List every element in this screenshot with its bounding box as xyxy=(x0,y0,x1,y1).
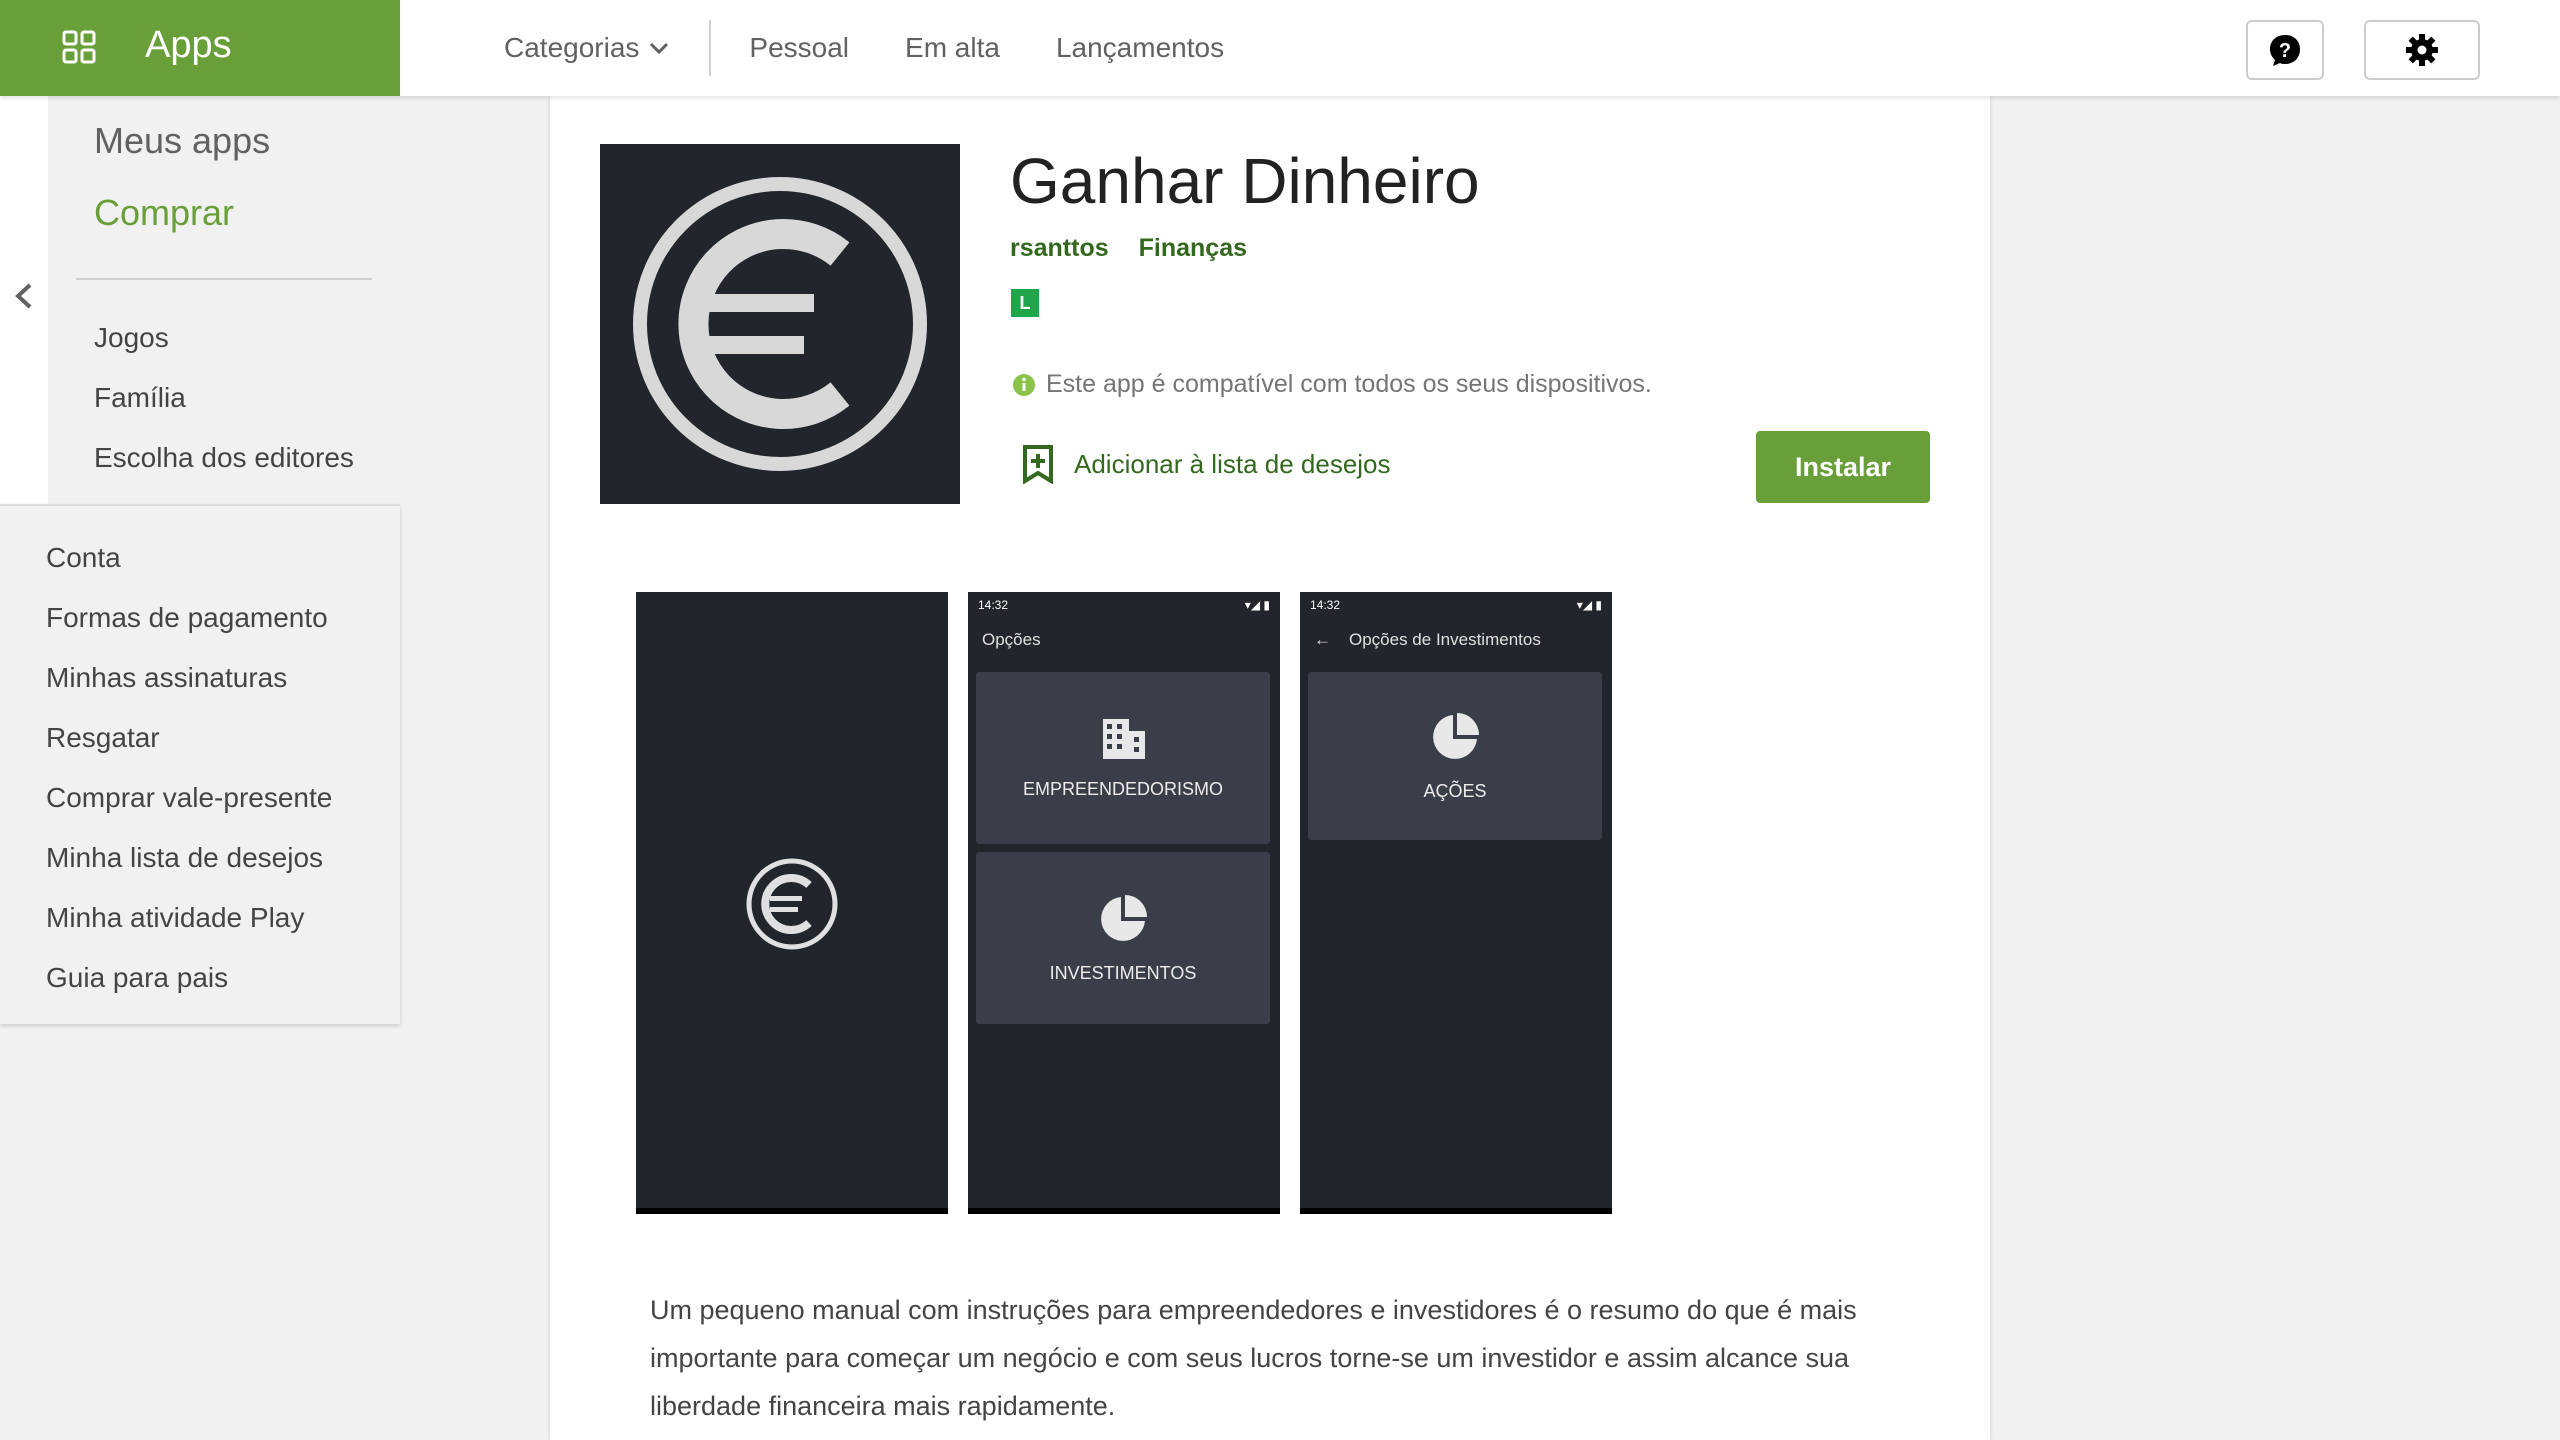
screenshot-nav-bar xyxy=(636,1208,948,1214)
add-to-wishlist-button[interactable]: Adicionar à lista de desejos xyxy=(1022,444,1391,484)
sidebar-nav: Meus apps Comprar Jogos Família Escolha … xyxy=(48,96,400,504)
screenshot-nav-bar xyxy=(968,1208,1280,1214)
content-rating-badge: L xyxy=(1011,289,1039,317)
nav-divider xyxy=(709,20,712,76)
account-link-parent-guide[interactable]: Guia para pais xyxy=(46,962,228,994)
top-bar: Apps Categorias Pessoal Em alta Lançamen… xyxy=(0,0,2560,96)
sidebar-top: Meus apps Comprar Jogos Família Escolha … xyxy=(0,96,400,504)
apps-brand[interactable]: Apps xyxy=(0,0,400,96)
option-tile-entrepreneurship: EMPREENDEDORISMO xyxy=(976,672,1270,844)
top-nav: Categorias Pessoal Em alta Lançamentos xyxy=(504,0,1280,96)
app-description: Um pequeno manual com instruções para em… xyxy=(650,1295,1857,1421)
categories-label: Categorias xyxy=(504,32,640,63)
settings-button[interactable] xyxy=(2364,20,2480,80)
account-menu: Conta Formas de pagamento Minhas assinat… xyxy=(0,504,400,1024)
screen-header: Opções xyxy=(982,630,1041,650)
help-button[interactable]: ? xyxy=(2246,20,2324,80)
nav-link-em-alta[interactable]: Em alta xyxy=(905,32,1000,64)
sidebar-item-editors-choice[interactable]: Escolha dos editores xyxy=(94,442,354,474)
phone-status-bar: 14:32 ▾◢ ▮ xyxy=(1310,598,1602,614)
screenshot-nav-bar xyxy=(1300,1208,1612,1214)
app-meta: rsanttos Finanças xyxy=(1010,234,1247,263)
account-link-conta[interactable]: Conta xyxy=(46,542,121,574)
sidebar-item-familia[interactable]: Família xyxy=(94,382,186,414)
phone-status-bar: 14:32 ▾◢ ▮ xyxy=(978,598,1270,614)
info-icon xyxy=(1013,373,1035,396)
app-details-card: Ganhar Dinheiro rsanttos Finanças L Este… xyxy=(550,96,1990,1440)
nav-link-lancamentos[interactable]: Lançamentos xyxy=(1056,32,1224,64)
help-icon: ? xyxy=(2270,35,2300,66)
screenshot-splash[interactable] xyxy=(636,592,948,1214)
categories-dropdown[interactable]: Categorias xyxy=(504,32,709,64)
account-link-wishlist[interactable]: Minha lista de desejos xyxy=(46,842,323,874)
pie-chart-icon xyxy=(1433,712,1479,759)
apps-title[interactable]: Apps xyxy=(145,24,232,67)
wishlist-label: Adicionar à lista de desejos xyxy=(1074,448,1391,479)
building-icon xyxy=(1103,718,1145,759)
pie-chart-icon xyxy=(1101,894,1147,941)
sidebar-divider xyxy=(76,278,372,280)
category-link[interactable]: Finanças xyxy=(1139,234,1247,263)
compatibility-notice: Este app é compatível com todos os seus … xyxy=(1012,370,1652,399)
back-arrow-icon: ← xyxy=(1314,630,1331,649)
collapse-sidebar-icon[interactable] xyxy=(12,282,36,310)
app-title: Ganhar Dinheiro xyxy=(1010,145,1480,217)
account-link-redeem[interactable]: Resgatar xyxy=(46,722,160,754)
sidebar-my-apps[interactable]: Meus apps xyxy=(94,120,270,162)
screen-title: Opções xyxy=(982,630,1041,649)
account-link-subscriptions[interactable]: Minhas assinaturas xyxy=(46,662,287,694)
nav-link-pessoal[interactable]: Pessoal xyxy=(749,32,849,64)
install-button[interactable]: Instalar xyxy=(1756,431,1930,503)
account-link-activity[interactable]: Minha atividade Play xyxy=(46,902,304,934)
sidebar: Meus apps Comprar Jogos Família Escolha … xyxy=(0,96,400,1024)
option-tile-investments: INVESTIMENTOS xyxy=(976,852,1270,1024)
account-link-payment[interactable]: Formas de pagamento xyxy=(46,602,328,634)
gear-icon xyxy=(2406,34,2438,66)
tile-label: AÇÕES xyxy=(1423,780,1487,801)
euro-coin-icon xyxy=(633,177,927,471)
screenshot-options[interactable]: 14:32 ▾◢ ▮ Opções EMPREENDEDORISMO INVES… xyxy=(968,592,1280,1214)
screenshot-investment-options[interactable]: 14:32 ▾◢ ▮ ← Opções de Investimentos AÇÕ… xyxy=(1300,592,1612,1214)
sidebar-item-jogos[interactable]: Jogos xyxy=(94,322,169,354)
status-time: 14:32 xyxy=(1310,598,1341,612)
tile-label: EMPREENDEDORISMO xyxy=(1022,778,1224,799)
bookmark-add-icon xyxy=(1023,445,1053,484)
compatibility-text: Este app é compatível com todos os seus … xyxy=(1046,370,1652,398)
status-icons: ▾◢ ▮ xyxy=(1576,598,1602,612)
option-tile-stocks: AÇÕES xyxy=(1308,672,1602,840)
sidebar-shop[interactable]: Comprar xyxy=(94,192,234,234)
account-link-gift-card[interactable]: Comprar vale-presente xyxy=(46,782,332,814)
euro-coin-icon xyxy=(746,858,838,950)
screen-header: ← Opções de Investimentos xyxy=(1314,630,1541,650)
screen-title: Opções de Investimentos xyxy=(1349,630,1541,649)
status-icons: ▾◢ ▮ xyxy=(1244,598,1270,612)
svg-text:?: ? xyxy=(2279,40,2291,62)
status-time: 14:32 xyxy=(978,598,1009,612)
chevron-down-icon xyxy=(650,42,669,55)
tile-label: INVESTIMENTOS xyxy=(1049,962,1197,983)
developer-link[interactable]: rsanttos xyxy=(1010,234,1109,263)
app-icon xyxy=(600,144,960,504)
apps-grid-icon[interactable] xyxy=(62,30,96,64)
